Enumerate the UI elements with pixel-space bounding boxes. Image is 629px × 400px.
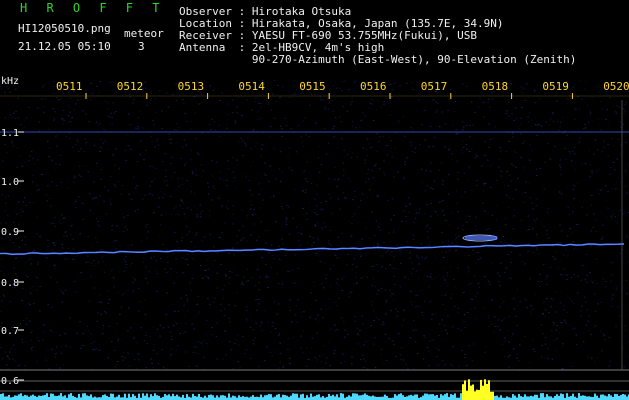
spectrogram: 0511 0512 0513 0514 0515 0516 0517 0518 0519 0520… [0,76,629,400]
time-label-1: 0512 [117,80,144,93]
freq-label-3: 0.8 [1,278,19,289]
time-label-0: 0511 [56,80,83,93]
signal-level-strip [0,379,629,400]
freq-label-2: 0.9 [1,227,19,238]
time-label-6: 0517 [421,80,448,93]
time-label-8: 0519 [542,80,569,93]
grid-lines [0,131,629,392]
freq-label-1: 1.0 [1,177,19,188]
meteor-echo [462,234,498,242]
time-label-4: 0515 [299,80,326,93]
freq-label-4: 0.7 [1,326,19,337]
time-label-3: 0514 [238,80,265,93]
noise-field [0,80,629,371]
freq-label-5: 0.6 [1,376,19,387]
time-label-5: 0516 [360,80,387,93]
time-label-9: 0520) [603,80,629,93]
freq-unit-label: kHz [1,76,19,87]
time-label-2: 0513 [178,80,205,93]
freq-label-0: 1.1 [1,128,19,139]
time-label-7: 0518 [482,80,509,93]
